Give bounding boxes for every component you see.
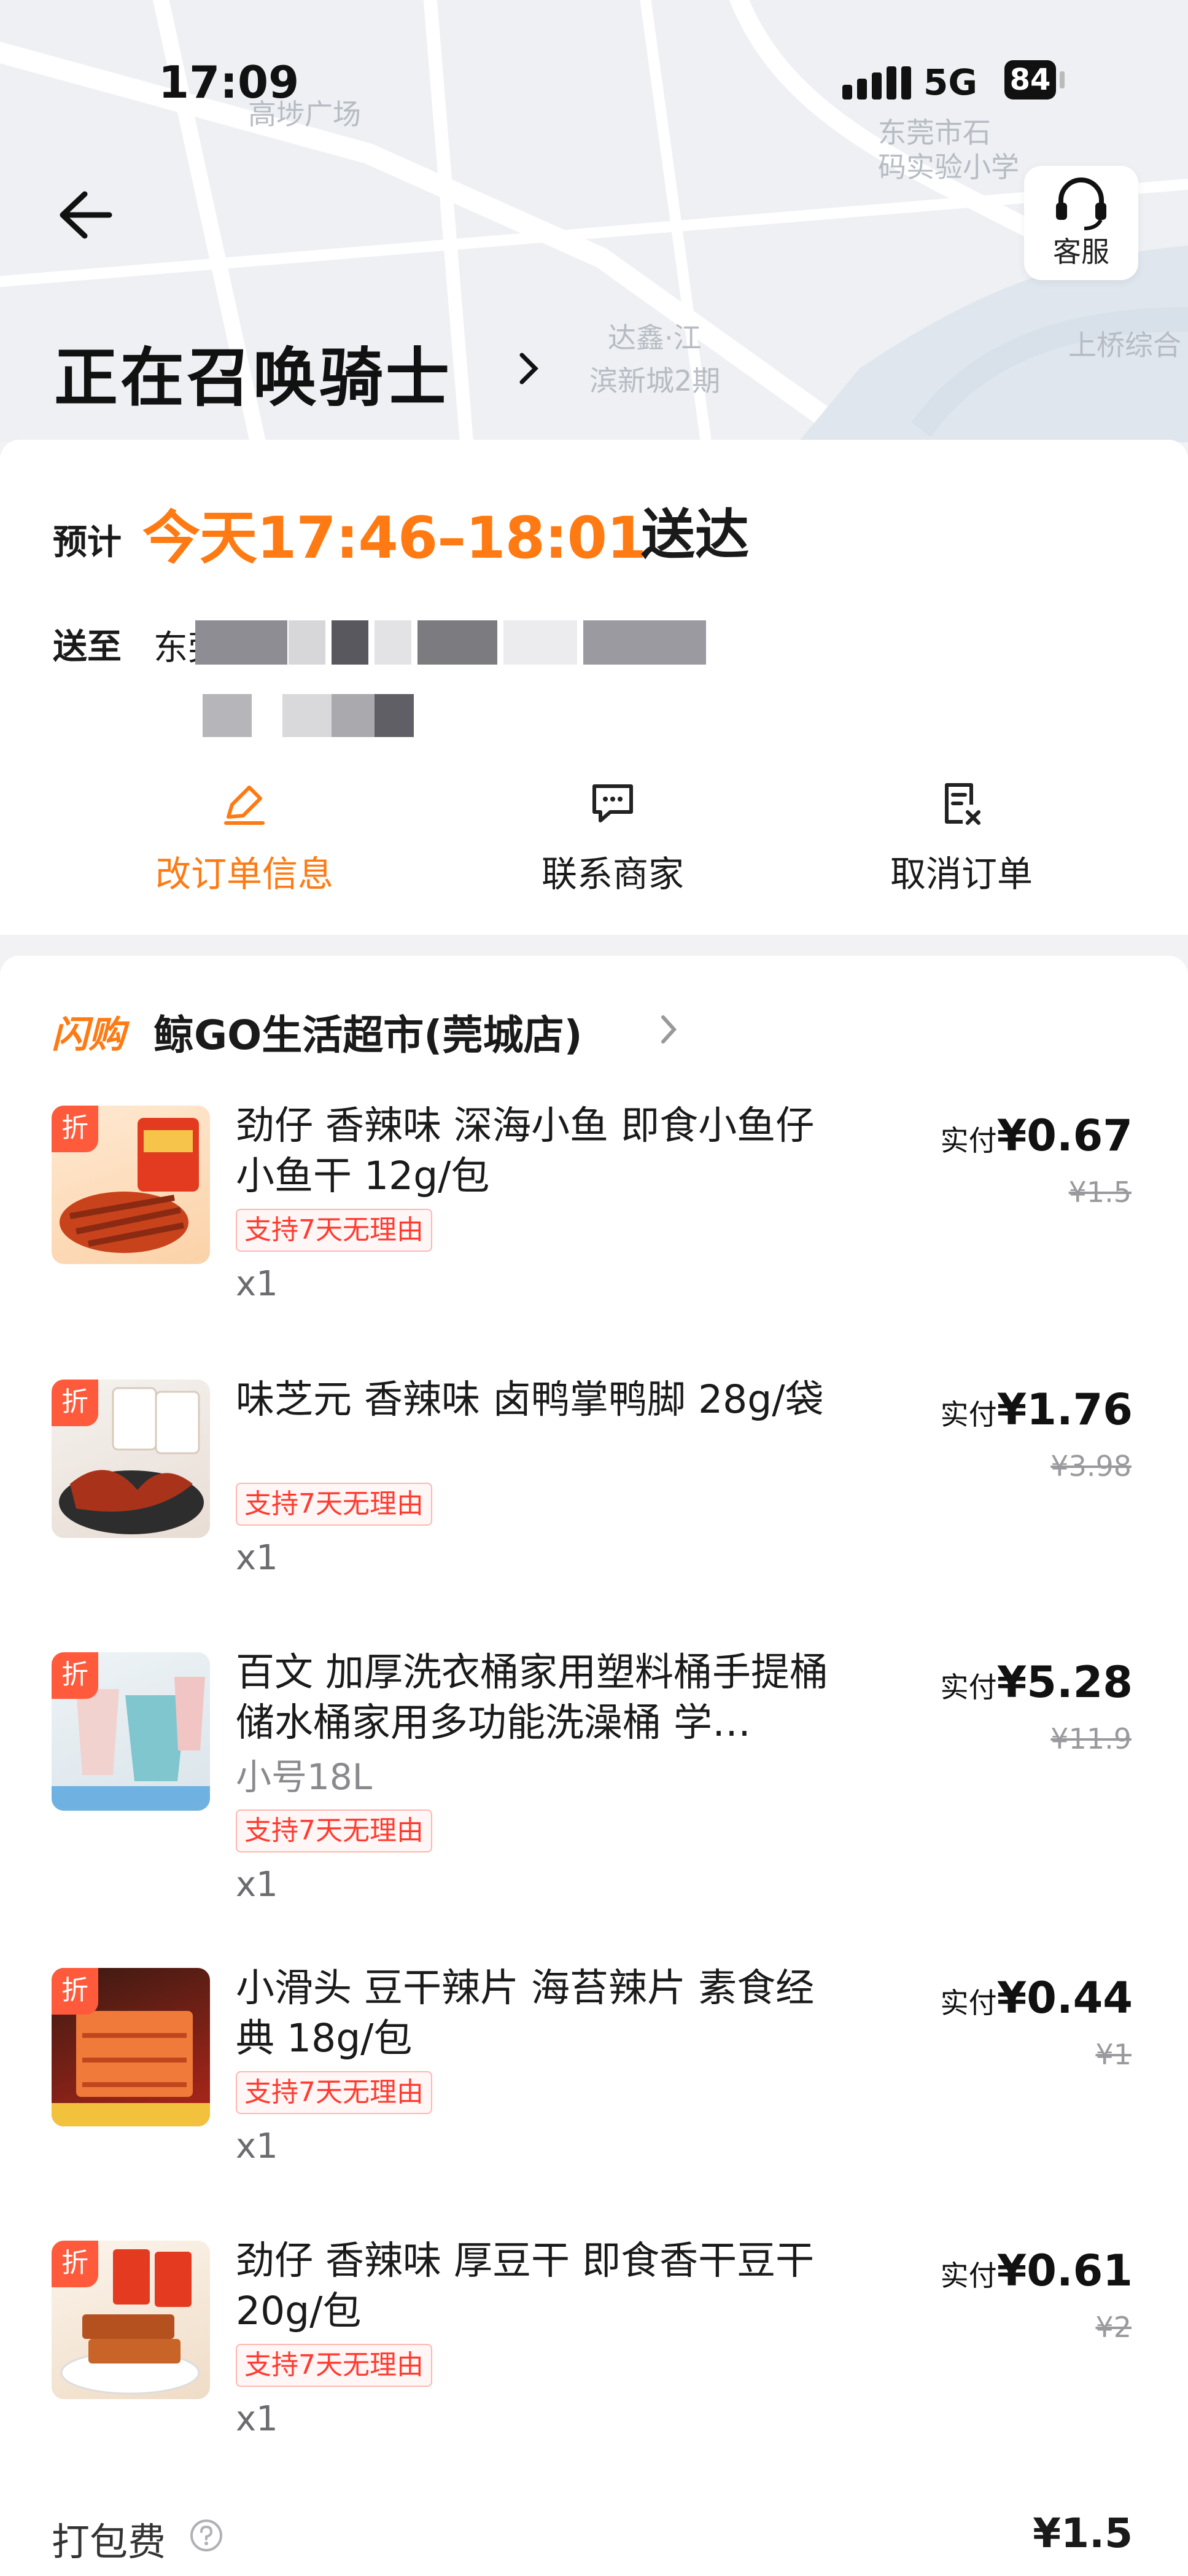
- chevron-right-icon[interactable]: [658, 1012, 679, 1047]
- redacted-address-block: [195, 620, 287, 665]
- customer-service-button[interactable]: 客服: [1024, 166, 1138, 280]
- original-price: ¥1: [1095, 2038, 1132, 2071]
- paid-prefix: 实付: [940, 1124, 997, 1157]
- product-name: 小滑头 豆干辣片 海苔辣片 素食经典 18g/包: [236, 1965, 815, 2061]
- contact-merchant-label: 联系商家: [541, 853, 684, 895]
- cancel-order-label: 取消订单: [890, 853, 1033, 895]
- product-name: 劲仔 香辣味 深海小鱼 即食小鱼仔小鱼干 12g/包: [236, 1103, 815, 1198]
- product-thumbnail[interactable]: 折: [52, 1380, 210, 1538]
- item-quantity: x1: [236, 1264, 278, 1304]
- order-status-title[interactable]: 正在召唤骑士: [54, 326, 452, 418]
- return-policy-badge: 支持7天无理由: [236, 2344, 432, 2387]
- item-quantity: x1: [236, 1538, 278, 1578]
- redacted-address-block: [583, 620, 706, 665]
- customer-service-label: 客服: [1053, 235, 1109, 268]
- map-label: 滨新城2期: [589, 364, 721, 397]
- return-policy-badge: 支持7天无理由: [236, 2071, 432, 2114]
- map-label: 码实验小学: [878, 150, 1019, 184]
- paid-price: 实付¥0.67: [941, 1110, 1133, 1161]
- eta-time: 今天17:46–18:01: [142, 505, 646, 572]
- discount-tag: 折: [52, 1106, 98, 1152]
- item-quantity: x1: [236, 2399, 278, 2439]
- product-name: 劲仔 香辣味 厚豆干 即食香干豆干 20g/包: [236, 2238, 815, 2333]
- packing-fee-amount: ¥1.5: [1033, 2510, 1133, 2557]
- product-thumbnail[interactable]: 折: [52, 1968, 210, 2126]
- eta-label: 预计: [53, 523, 122, 563]
- redacted-address-block: [203, 694, 252, 737]
- paid-prefix: 实付: [940, 1398, 997, 1431]
- edit-order-label: 改订单信息: [155, 853, 333, 895]
- headset-icon: [1056, 178, 1106, 230]
- battery-nub: [1060, 71, 1065, 88]
- redacted-address-block: [417, 620, 497, 665]
- redacted-address-block: [332, 620, 368, 665]
- discount-tag: 折: [52, 1652, 98, 1699]
- battery-indicator: 84: [1004, 60, 1056, 100]
- cancel-order-icon: [945, 783, 980, 825]
- return-policy-badge: 支持7天无理由: [236, 1483, 432, 1526]
- redacted-address-block: [375, 620, 411, 665]
- original-price: ¥3.98: [1050, 1450, 1132, 1483]
- status-time: 17:09: [158, 57, 300, 108]
- paid-amount: ¥0.61: [996, 2246, 1133, 2296]
- return-policy-badge: 支持7天无理由: [236, 1209, 432, 1252]
- back-arrow-icon[interactable]: [54, 184, 115, 246]
- edit-icon: [224, 786, 265, 825]
- paid-prefix: 实付: [940, 1671, 997, 1704]
- product-name: 百文 加厚洗衣桶家用塑料桶手提桶 储水桶家用多功能洗澡桶 学…: [236, 1650, 829, 1745]
- paid-prefix: 实付: [940, 2259, 997, 2292]
- eta-suffix: 送达: [641, 503, 750, 566]
- cancel-order-button[interactable]: 取消订单: [833, 780, 1090, 897]
- map-label: 上桥综合: [1068, 329, 1181, 362]
- network-type: 5G: [923, 61, 977, 103]
- original-price: ¥11.9: [1050, 1722, 1132, 1755]
- address-label: 送至: [53, 627, 122, 667]
- product-thumbnail[interactable]: 折: [52, 1106, 210, 1264]
- cellular-signal-icon: [842, 66, 911, 100]
- redacted-address-block: [289, 620, 325, 665]
- contact-merchant-button[interactable]: 联系商家: [484, 780, 742, 897]
- help-icon[interactable]: [189, 2518, 223, 2553]
- discount-tag: 折: [52, 1968, 98, 2015]
- edit-order-button[interactable]: 改订单信息: [115, 780, 373, 897]
- paid-amount: ¥0.44: [996, 1973, 1133, 2023]
- paid-prefix: 实付: [940, 1986, 997, 2020]
- packing-fee-label: 打包费: [52, 2519, 166, 2564]
- flash-buy-badge: 闪购: [52, 1013, 125, 1056]
- item-quantity: x1: [236, 1865, 278, 1905]
- paid-price: 实付¥0.44: [941, 1973, 1133, 2023]
- product-thumbnail[interactable]: 折: [52, 1652, 210, 1811]
- original-price: ¥1.5: [1068, 1176, 1132, 1209]
- paid-price: 实付¥5.28: [941, 1657, 1133, 1708]
- paid-amount: ¥1.76: [996, 1384, 1133, 1435]
- redacted-address-block: [282, 694, 332, 737]
- discount-tag: 折: [52, 1380, 98, 1426]
- paid-price: 实付¥1.76: [941, 1384, 1133, 1435]
- product-name: 味芝元 香辣味 卤鸭掌鸭脚 28g/袋: [236, 1377, 824, 1422]
- paid-amount: ¥5.28: [996, 1657, 1133, 1708]
- redacted-address-block: [375, 694, 414, 737]
- map-label: 达鑫·江: [608, 321, 702, 354]
- chevron-right-icon[interactable]: [517, 350, 542, 387]
- store-name[interactable]: 鲸GO生活超市(莞城店): [153, 1002, 583, 1061]
- discount-tag: 折: [52, 2241, 98, 2287]
- paid-price: 实付¥0.61: [941, 2246, 1133, 2296]
- return-policy-badge: 支持7天无理由: [236, 1809, 432, 1852]
- chat-icon: [592, 784, 633, 822]
- redacted-address-block: [503, 620, 577, 665]
- original-price: ¥2: [1095, 2311, 1132, 2344]
- paid-amount: ¥0.67: [996, 1110, 1133, 1161]
- product-thumbnail[interactable]: 折: [52, 2241, 210, 2399]
- product-spec: 小号18L: [236, 1756, 373, 1798]
- item-quantity: x1: [236, 2126, 278, 2166]
